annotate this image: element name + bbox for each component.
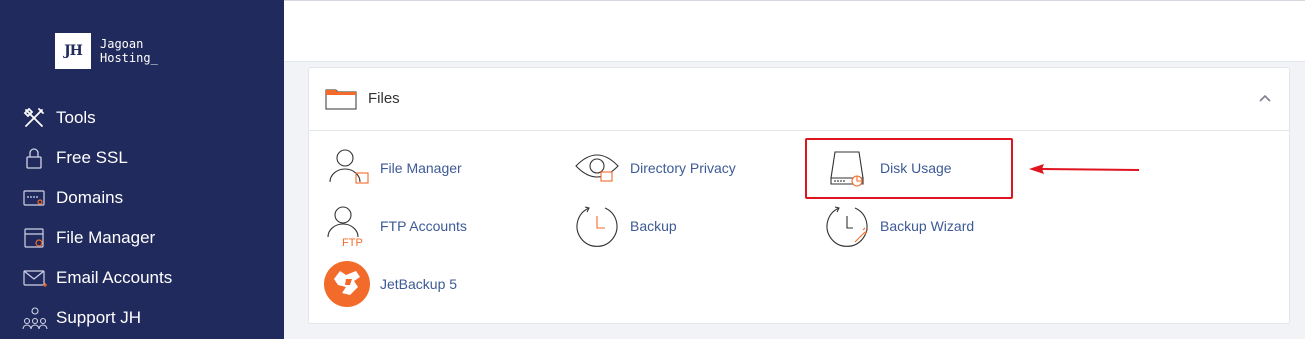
sidebar: JH Jagoan Hosting_ Tools Free SSL Domain… [0,0,284,339]
lock-icon [22,145,52,171]
sidebar-item-email-accounts[interactable]: Email Accounts [22,258,172,298]
tools-icon [22,105,52,131]
item-label: Directory Privacy [630,160,736,176]
sidebar-item-free-ssl[interactable]: Free SSL [22,138,172,178]
item-label: JetBackup 5 [380,276,458,292]
sidebar-item-label: Support JH [56,308,142,327]
file-manager-link[interactable]: File Manager [324,145,462,191]
files-panel-title: Files [368,90,400,107]
chevron-up-icon[interactable] [1257,90,1273,111]
brand-name: Jagoan Hosting_ [100,37,158,65]
brand-mark: JH [55,33,91,69]
item-label: FTP Accounts [380,218,467,234]
jetbackup-link[interactable]: JetBackup 5 [324,261,457,307]
sidebar-item-label: Tools [56,108,96,127]
brand-logo[interactable]: JH Jagoan Hosting_ [55,33,158,69]
sidebar-item-label: Email Accounts [56,268,173,287]
ftp-accounts-icon: FTP [324,203,370,249]
sidebar-item-tools[interactable]: Tools [22,98,172,138]
sidebar-item-label: Free SSL [56,148,128,167]
email-icon [22,265,52,291]
sidebar-item-file-manager[interactable]: File Manager [22,218,172,258]
top-header [284,0,1305,62]
file-manager-icon [324,145,370,191]
annotation-arrow-icon [1029,164,1140,174]
folder-icon [325,88,357,115]
brand-name-line1: Jagoan [100,37,144,51]
eye-folder-icon [574,145,620,191]
backup-wizard-icon [824,203,870,249]
files-panel: Files File Manager Directory Privacy Dis… [308,67,1290,324]
svg-text:FTP: FTP [342,237,363,247]
backup-icon [574,203,620,249]
sidebar-item-label: Domains [56,188,124,207]
ftp-accounts-link[interactable]: FTP FTP Accounts [324,203,467,249]
domain-icon [22,185,52,211]
directory-privacy-link[interactable]: Directory Privacy [574,145,736,191]
support-icon [22,305,52,331]
sidebar-item-domains[interactable]: Domains [22,178,172,218]
item-label: Backup Wizard [880,218,975,234]
sidebar-nav: Tools Free SSL Domains File Manager Emai… [22,98,172,338]
sidebar-item-support-jh[interactable]: Support JH [22,298,172,338]
backup-link[interactable]: Backup [574,203,677,249]
jetbackup-icon [324,261,370,307]
item-label: Backup [630,218,677,234]
sidebar-item-label: File Manager [56,228,156,247]
brand-name-line2: Hosting_ [100,51,158,65]
files-panel-header[interactable]: Files [309,68,1289,131]
item-label: File Manager [380,160,462,176]
backup-wizard-link[interactable]: Backup Wizard [824,203,974,249]
file-manager-icon [22,225,52,251]
disk-usage-highlight-box [805,138,1013,199]
